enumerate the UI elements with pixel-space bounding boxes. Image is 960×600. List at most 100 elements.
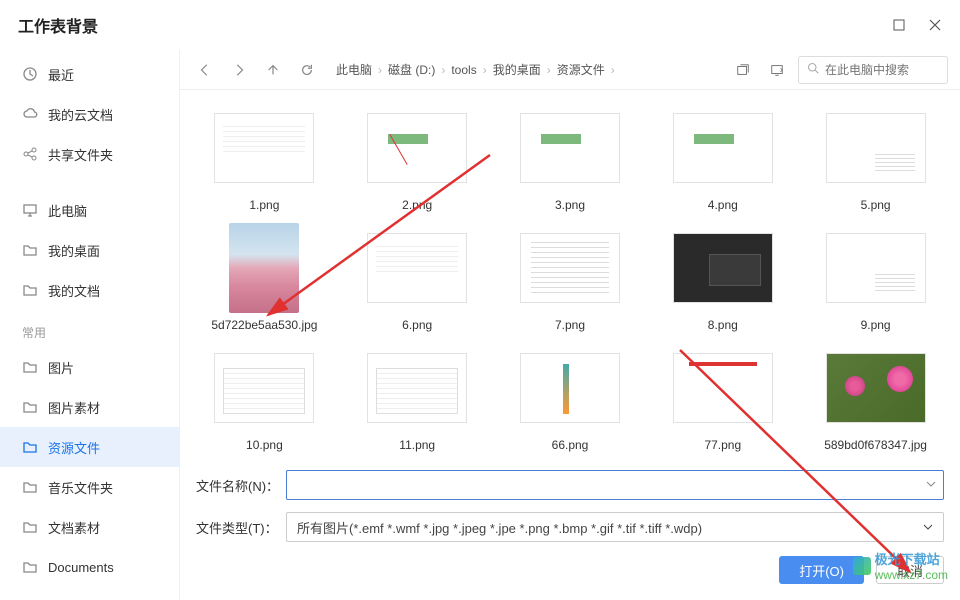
sidebar-item[interactable]: 图片 [0,347,179,387]
file-thumbnail [668,108,778,188]
file-name: 7.png [555,318,585,332]
sidebar-item[interactable]: 我的云文档 [0,94,179,134]
file-item[interactable]: 9.png [799,222,952,338]
file-item[interactable]: 10.png [188,342,341,458]
folder-icon [22,559,38,575]
sidebar-item-label: 此电脑 [48,201,87,220]
file-item[interactable]: 8.png [646,222,799,338]
filetype-select[interactable]: 所有图片(*.emf *.wmf *.jpg *.jpeg *.jpe *.pn… [286,512,944,542]
clock-icon [22,66,38,82]
file-item[interactable]: 6.png [341,222,494,338]
file-item[interactable]: 7.png [494,222,647,338]
dialog-title: 工作表背景 [18,13,98,37]
file-item[interactable]: 1.png [188,102,341,218]
folder-icon [22,399,38,415]
view-mode-icon[interactable] [764,57,790,83]
file-thumbnail [515,228,625,308]
breadcrumb-segment[interactable]: tools [451,63,476,77]
close-button[interactable] [928,18,942,32]
section-label-common: 常用 [0,310,179,347]
file-name: 3.png [555,198,585,212]
sidebar-item[interactable]: 文档素材 [0,507,179,547]
sidebar-item-label: 我的文档 [48,281,100,300]
file-name: 9.png [861,318,891,332]
forward-button[interactable] [226,57,252,83]
sidebar-item[interactable]: 图片素材 [0,387,179,427]
file-thumbnail [209,108,319,188]
open-button[interactable]: 打开(O) [779,556,864,584]
file-name: 6.png [402,318,432,332]
sidebar-item[interactable]: 我的桌面 [0,230,179,270]
sidebar-item-label: 共享文件夹 [48,145,113,164]
file-thumbnail [515,108,625,188]
file-item[interactable]: 4.png [646,102,799,218]
filetype-value: 所有图片(*.emf *.wmf *.jpg *.jpeg *.jpe *.pn… [297,518,702,537]
sidebar-item[interactable]: 我的文档 [0,270,179,310]
folder-icon [22,242,38,258]
filename-label: 文件名称(N)： [196,476,274,495]
file-item[interactable]: 5d722be5aa530.jpg [188,222,341,338]
search-input[interactable] [825,63,939,77]
file-thumbnail [821,228,931,308]
bottom-bar: 文件名称(N)： 文件类型(T)： 所有图片(*.emf *.wmf *.jpg… [180,460,960,600]
file-thumbnail [362,228,472,308]
file-item[interactable]: 2.png [341,102,494,218]
chevron-right-icon: › [378,63,382,77]
file-name: 5d722be5aa530.jpg [211,318,317,332]
file-item[interactable]: 66.png [494,342,647,458]
file-item[interactable]: 5.png [799,102,952,218]
file-thumbnail [209,348,319,428]
folder-icon [22,359,38,375]
sidebar-item-label: 音乐文件夹 [48,478,113,497]
sidebar-item-label: 我的桌面 [48,241,100,260]
folder-icon [22,479,38,495]
file-name: 1.png [249,198,279,212]
breadcrumb-segment[interactable]: 资源文件 [557,61,605,78]
file-thumbnail [362,108,472,188]
folder-icon [22,282,38,298]
up-button[interactable] [260,57,286,83]
sidebar-item[interactable]: Documents [0,547,179,587]
sidebar-item[interactable]: 共享文件夹 [0,134,179,174]
file-thumbnail [668,228,778,308]
file-thumbnail [515,348,625,428]
search-box[interactable] [798,56,948,84]
breadcrumb-segment[interactable]: 我的桌面 [493,61,541,78]
file-thumbnail [362,348,472,428]
file-name: 5.png [861,198,891,212]
sidebar-item-label: 最近 [48,65,74,84]
monitor-icon [22,202,38,218]
search-icon [807,61,819,79]
back-button[interactable] [192,57,218,83]
folder-icon [22,439,38,455]
cancel-button[interactable]: 取消 [876,556,944,584]
file-name: 4.png [708,198,738,212]
sidebar-item[interactable]: 最近 [0,54,179,94]
sidebar-item-label: 图片素材 [48,398,100,417]
chevron-right-icon: › [611,63,615,77]
filename-input[interactable] [286,470,944,500]
sidebar-item-label: 文档素材 [48,518,100,537]
breadcrumb-segment[interactable]: 磁盘 (D:) [388,61,435,78]
file-thumbnail [821,348,931,428]
file-item[interactable]: 589bd0f678347.jpg [799,342,952,458]
maximize-button[interactable] [892,18,906,32]
chevron-right-icon: › [547,63,551,77]
file-item[interactable]: 77.png [646,342,799,458]
sidebar-item[interactable]: 此电脑 [0,190,179,230]
cloud-icon [22,106,38,122]
new-window-icon[interactable] [730,57,756,83]
toolbar: 此电脑›磁盘 (D:)›tools›我的桌面›资源文件› [180,50,960,90]
file-name: 8.png [708,318,738,332]
file-item[interactable]: 3.png [494,102,647,218]
window-controls [892,18,942,32]
refresh-button[interactable] [294,57,320,83]
sidebar: 最近我的云文档共享文件夹 此电脑我的桌面我的文档 常用 图片图片素材资源文件音乐… [0,50,180,600]
file-item[interactable]: 11.png [341,342,494,458]
sidebar-item[interactable]: 资源文件 [0,427,179,467]
filetype-label: 文件类型(T)： [196,518,274,537]
sidebar-item[interactable]: 音乐文件夹 [0,467,179,507]
breadcrumb[interactable]: 此电脑›磁盘 (D:)›tools›我的桌面›资源文件› [328,61,722,78]
file-thumbnail [668,348,778,428]
breadcrumb-segment[interactable]: 此电脑 [336,61,372,78]
